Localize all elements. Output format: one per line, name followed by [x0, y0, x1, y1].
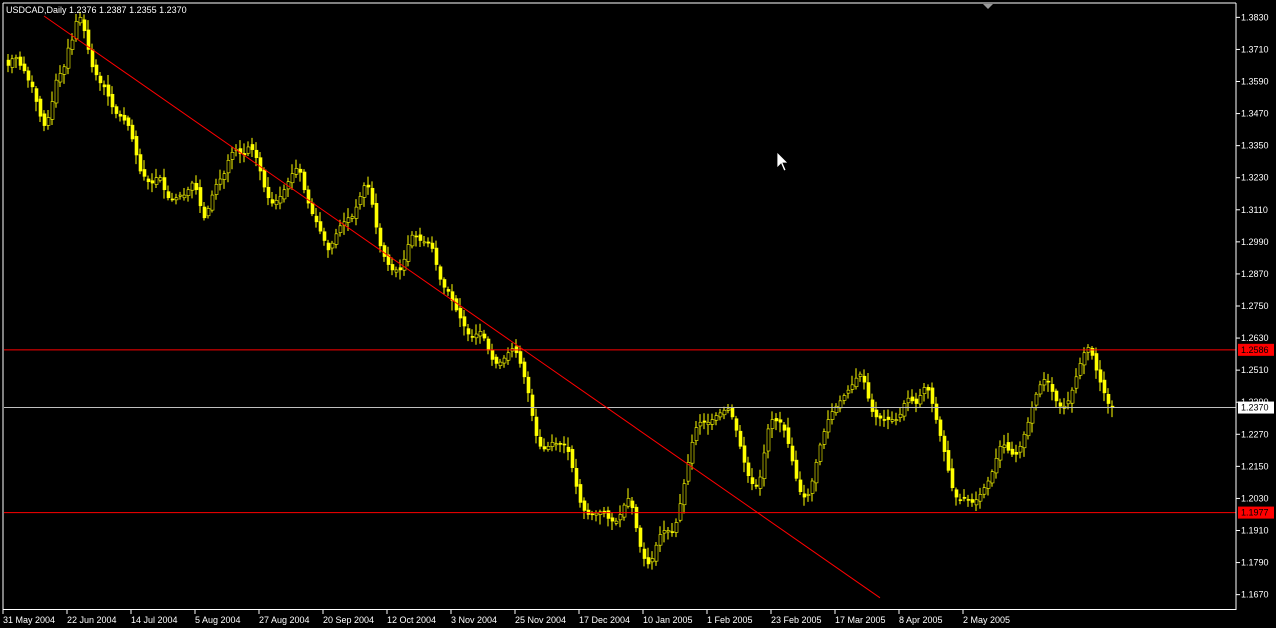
price-tick-label: 1.2990 — [1241, 237, 1269, 247]
price-tick-label: 1.3470 — [1241, 109, 1269, 119]
time-tick-label: 31 May 2004 — [3, 615, 55, 625]
candle — [634, 504, 639, 532]
price-tick-label: 1.3830 — [1241, 12, 1269, 22]
price-tick-label: 1.1670 — [1241, 590, 1269, 600]
svg-text:1.1977: 1.1977 — [1241, 508, 1269, 518]
price-tick-label: 1.2510 — [1241, 365, 1269, 375]
price-tick-label: 1.2270 — [1241, 429, 1269, 439]
price-tick-label: 1.2870 — [1241, 269, 1269, 279]
time-tick-label: 5 Aug 2004 — [195, 615, 241, 625]
time-tick-label: 14 Jul 2004 — [131, 615, 178, 625]
price-chart[interactable]: 1.3830 1.3710 1.3590 1.3470 1.3350 1.3230 1.31… — [0, 0, 1276, 628]
chart-background — [0, 0, 1276, 628]
time-tick-label: 27 Aug 2004 — [259, 615, 310, 625]
time-tick-label: 17 Mar 2005 — [835, 615, 886, 625]
time-tick-label: 23 Feb 2005 — [771, 615, 822, 625]
time-tick-label: 1 Feb 2005 — [707, 615, 753, 625]
time-tick-label: 12 Oct 2004 — [387, 615, 436, 625]
price-tick-label: 1.2750 — [1241, 301, 1269, 311]
time-tick-label: 17 Dec 2004 — [579, 615, 630, 625]
price-tick-label: 1.3230 — [1241, 173, 1269, 183]
price-tick-label: 1.2030 — [1241, 493, 1269, 503]
current-price-tag: 1.2370 — [1238, 401, 1274, 414]
time-tick-label: 22 Jun 2004 — [67, 615, 117, 625]
price-tick-label: 1.3350 — [1241, 141, 1269, 151]
svg-text:1.2586: 1.2586 — [1241, 345, 1269, 355]
time-tick-label: 20 Sep 2004 — [323, 615, 374, 625]
time-tick-label: 8 Apr 2005 — [899, 615, 943, 625]
time-tick-label: 10 Jan 2005 — [643, 615, 693, 625]
svg-text:1.2370: 1.2370 — [1241, 403, 1269, 413]
price-tick-label: 1.3110 — [1241, 205, 1268, 215]
candle — [302, 169, 307, 194]
price-tick-label: 1.2150 — [1241, 461, 1269, 471]
price-tick-label: 1.3590 — [1241, 77, 1269, 87]
time-tick-label: 2 May 2005 — [963, 615, 1010, 625]
symbol-header: USDCAD,Daily 1.2376 1.2387 1.2355 1.2370 — [6, 5, 187, 15]
price-tick-label: 1.1910 — [1241, 525, 1269, 535]
price-tick-label: 1.3710 — [1241, 44, 1269, 54]
price-tick-label: 1.1790 — [1241, 558, 1269, 568]
time-tick-label: 25 Nov 2004 — [515, 615, 566, 625]
resistance-price-tag: 1.2586 — [1238, 343, 1274, 356]
support-price-tag: 1.1977 — [1238, 506, 1274, 519]
price-tick-label: 1.2630 — [1241, 333, 1269, 343]
time-tick-label: 3 Nov 2004 — [451, 615, 497, 625]
